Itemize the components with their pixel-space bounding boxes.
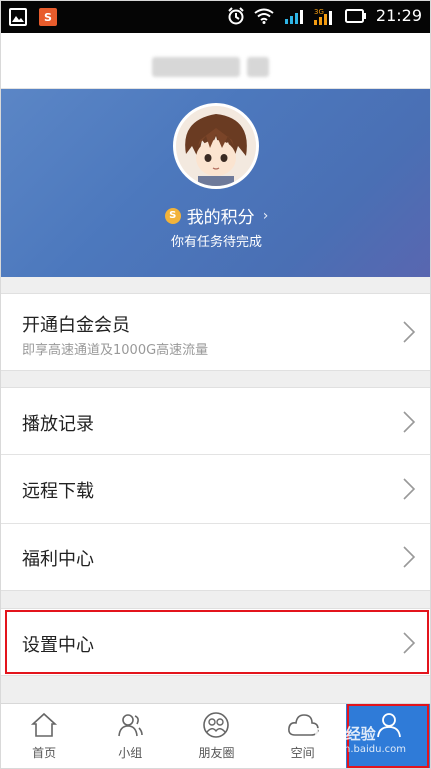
svg-text:3G: 3G [314, 8, 324, 16]
menu-item-label: 福利中心 [22, 549, 94, 570]
friends-icon [203, 712, 230, 738]
blurred-username [152, 57, 240, 77]
points-chevron-icon: › [262, 207, 269, 224]
tab-label: 首页 [32, 746, 57, 760]
menu-item-remote-download[interactable]: 远程下载 [1, 455, 430, 523]
vip-subtitle: 即享高速通道及1000G高速流量 [22, 343, 209, 358]
highlight-box [5, 610, 429, 674]
tab-home[interactable]: 首页 [1, 704, 87, 768]
watermark-text: Bai 经验 [313, 725, 376, 743]
chevron-right-icon [403, 411, 416, 433]
app-screen: S 3G 21:29 S 我的积分 › 你有任务待完成 开通白金会员 即享高速通… [0, 0, 431, 769]
alarm-icon [228, 6, 244, 24]
battery-icon [344, 8, 366, 23]
status-bar: S 3G 21:29 [1, 1, 430, 33]
group-icon [118, 714, 144, 737]
tab-label: 小组 [118, 746, 143, 760]
menu-item-play-history[interactable]: 播放记录 [1, 387, 430, 454]
title-bar [1, 33, 430, 89]
chevron-right-icon [403, 546, 416, 568]
vip-title: 开通白金会员 [22, 315, 130, 336]
coin-icon: S [164, 207, 181, 224]
tab-label: 朋友圈 [198, 746, 235, 760]
tab-group[interactable]: 小组 [87, 704, 173, 768]
wifi-icon [254, 8, 274, 24]
avatar[interactable] [173, 103, 259, 189]
watermark-url: jingyan.baidu.com [313, 744, 406, 755]
watermark: Bai 经验 jingyan.baidu.com [314, 723, 406, 755]
menu-item-label: 播放记录 [22, 414, 94, 435]
points-label: 我的积分 [186, 208, 255, 228]
gallery-icon [9, 8, 27, 26]
menu-item-welfare-center[interactable]: 福利中心 [1, 524, 430, 591]
tab-friends[interactable]: 朋友圈 [173, 704, 259, 768]
task-reminder-text: 你有任务待完成 [170, 235, 262, 250]
blurred-username-tail [247, 57, 269, 77]
signal-3g-icon: 3G [313, 8, 332, 25]
points-link[interactable]: S 我的积分 › [1, 203, 430, 228]
status-time: 21:29 [375, 6, 422, 25]
signal-icon [284, 9, 303, 24]
vip-row[interactable]: 开通白金会员 即享高速通道及1000G高速流量 [1, 293, 430, 371]
menu-item-label: 远程下载 [22, 481, 94, 502]
chevron-right-icon [403, 321, 416, 343]
app-s-icon: S [39, 8, 57, 26]
chevron-right-icon [403, 478, 416, 500]
home-icon [31, 712, 58, 737]
profile-header: S 我的积分 › 你有任务待完成 [1, 89, 430, 277]
